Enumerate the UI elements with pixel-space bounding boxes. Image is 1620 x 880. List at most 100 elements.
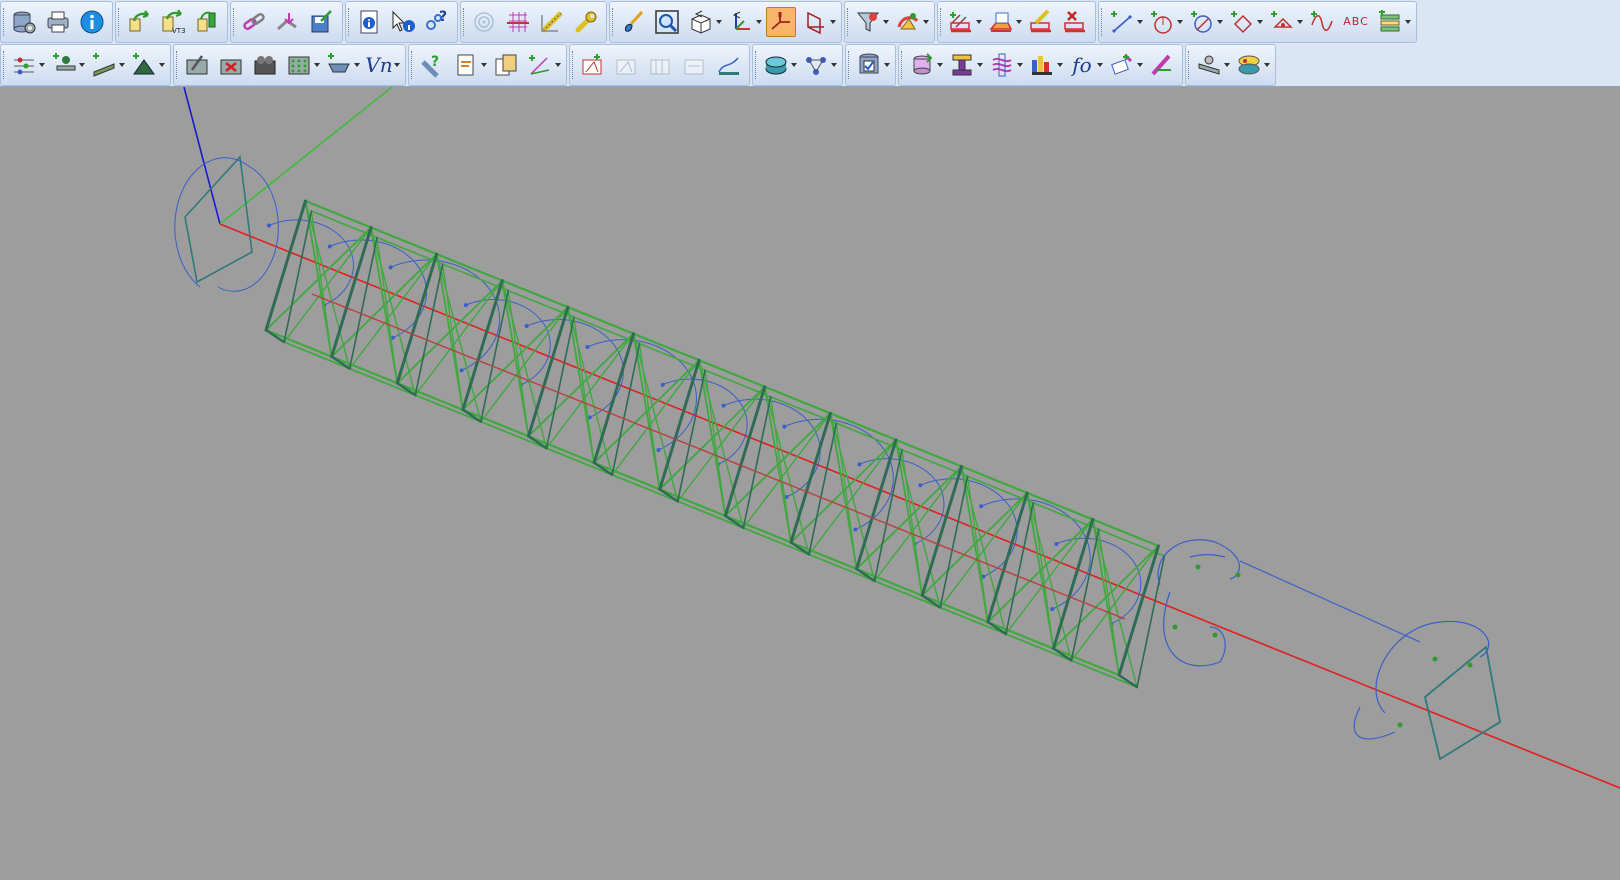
truss-top-chord bbox=[304, 199, 373, 229]
pick-info-icon[interactable] bbox=[388, 7, 418, 37]
export-icon[interactable] bbox=[192, 7, 222, 37]
truss-bottom-chord-2 bbox=[742, 526, 810, 556]
query-tool-icon[interactable]: ? bbox=[417, 50, 447, 80]
spring-icon[interactable] bbox=[987, 50, 1023, 80]
network-icon[interactable] bbox=[801, 50, 837, 80]
cable-node bbox=[327, 244, 332, 249]
query-icon[interactable]: ? bbox=[422, 7, 452, 37]
line-add-icon[interactable] bbox=[1107, 7, 1143, 37]
toolbar-group-properties: fo bbox=[898, 43, 1183, 86]
end-node bbox=[1212, 632, 1218, 638]
edit-element-icon[interactable] bbox=[182, 50, 212, 80]
save-icon[interactable] bbox=[307, 7, 337, 37]
report-icon[interactable] bbox=[451, 50, 487, 80]
multi-view-icon[interactable] bbox=[1234, 50, 1270, 80]
database-settings-icon[interactable] bbox=[9, 7, 39, 37]
toolbar-area: VT3 ? ABC Vn ? fo bbox=[0, 0, 1620, 87]
section-edit-icon[interactable] bbox=[986, 7, 1022, 37]
plane-tilt-icon[interactable] bbox=[800, 7, 836, 37]
import-vt3-icon[interactable]: VT3 bbox=[158, 7, 188, 37]
cylinder-icon[interactable] bbox=[907, 50, 943, 80]
filter-icon[interactable] bbox=[853, 7, 889, 37]
function-icon[interactable]: fo bbox=[1067, 50, 1103, 80]
truss-bottom-chord-2 bbox=[414, 394, 482, 423]
results-icon[interactable] bbox=[761, 50, 797, 80]
measure-icon[interactable] bbox=[537, 7, 567, 37]
function-label: fo bbox=[1072, 52, 1092, 77]
mesh-icon[interactable] bbox=[284, 50, 320, 80]
vector-icon[interactable] bbox=[525, 50, 561, 80]
spline-add-icon[interactable] bbox=[1307, 7, 1337, 37]
truss-top-chord bbox=[829, 412, 898, 441]
point-add-icon[interactable] bbox=[1267, 7, 1303, 37]
wrench-icon[interactable] bbox=[571, 7, 601, 37]
info-icon[interactable] bbox=[77, 7, 107, 37]
zoom-fit-icon[interactable] bbox=[652, 7, 682, 37]
pin-icon[interactable] bbox=[1107, 50, 1143, 80]
model-viewport[interactable] bbox=[0, 87, 1620, 880]
truss-bottom-chord-2 bbox=[808, 553, 876, 582]
link-icon[interactable] bbox=[239, 7, 269, 37]
polygon-add-icon[interactable] bbox=[1227, 7, 1263, 37]
circle-add-icon[interactable] bbox=[1147, 7, 1183, 37]
layers-icon[interactable] bbox=[1375, 7, 1411, 37]
load-add-icon[interactable] bbox=[324, 50, 360, 80]
bar-chart-icon[interactable] bbox=[1027, 50, 1063, 80]
truss-bottom-chord bbox=[593, 461, 661, 491]
node-add-icon[interactable] bbox=[49, 50, 85, 80]
truss-structure bbox=[264, 199, 1166, 689]
svg-text:?: ? bbox=[439, 9, 447, 25]
plot-icon[interactable] bbox=[714, 50, 744, 80]
merge-icon[interactable] bbox=[273, 7, 303, 37]
check-3-icon[interactable] bbox=[646, 50, 676, 80]
cable-node bbox=[524, 324, 529, 329]
truss-top-chord bbox=[369, 226, 438, 256]
toolbar-row-2: Vn ? fo bbox=[0, 43, 1620, 86]
delete-element-icon[interactable] bbox=[216, 50, 246, 80]
toolbar-group-view bbox=[609, 0, 842, 43]
document-info-icon[interactable] bbox=[354, 7, 384, 37]
right-ring-bottom bbox=[1163, 591, 1226, 667]
section-delete-icon[interactable] bbox=[1060, 7, 1090, 37]
support-add-icon[interactable] bbox=[129, 50, 165, 80]
truss-bottom-chord bbox=[986, 620, 1055, 650]
copy-icon[interactable] bbox=[491, 50, 521, 80]
import-icon[interactable] bbox=[124, 7, 154, 37]
truss-bottom-chord-2 bbox=[1004, 633, 1073, 662]
truss-top-chord bbox=[894, 438, 963, 468]
text-add-icon[interactable]: ABC bbox=[1341, 7, 1371, 37]
end-node bbox=[1397, 722, 1403, 728]
truss-bottom-chord bbox=[658, 488, 727, 517]
section-add-icon[interactable] bbox=[946, 7, 982, 37]
member-add-icon[interactable] bbox=[89, 50, 125, 80]
vn-label-icon[interactable]: Vn bbox=[364, 50, 400, 80]
truss-bottom-chord bbox=[1052, 647, 1121, 677]
target-icon[interactable] bbox=[469, 7, 499, 37]
section-property-icon[interactable] bbox=[947, 50, 983, 80]
database-check-icon[interactable] bbox=[854, 50, 890, 80]
view-cube-icon[interactable] bbox=[686, 7, 722, 37]
arc-add-icon[interactable] bbox=[1187, 7, 1223, 37]
truss-model-canvas[interactable] bbox=[0, 87, 1620, 880]
toolbar-group-draw: ABC bbox=[1098, 0, 1417, 43]
section-tool-icon[interactable] bbox=[1026, 7, 1056, 37]
plane-view-icon[interactable] bbox=[766, 6, 796, 37]
group-icon[interactable] bbox=[250, 50, 280, 80]
toolbar-group-query: ? bbox=[345, 0, 458, 43]
toolbar-group-render bbox=[844, 0, 935, 43]
cable-node bbox=[979, 504, 984, 509]
cable-node bbox=[782, 424, 787, 429]
paint-brush-icon[interactable] bbox=[618, 7, 648, 37]
check-1-icon[interactable] bbox=[578, 50, 608, 80]
truss-bottom-chord-2 bbox=[676, 500, 745, 529]
pencil-icon[interactable] bbox=[1147, 50, 1177, 80]
check-4-icon[interactable] bbox=[680, 50, 710, 80]
truss-top-chord bbox=[1026, 491, 1094, 521]
print-icon[interactable] bbox=[43, 7, 73, 37]
grid-icon[interactable] bbox=[503, 7, 533, 37]
check-2-icon[interactable] bbox=[612, 50, 642, 80]
align-icon[interactable] bbox=[9, 50, 45, 80]
render-icon[interactable] bbox=[893, 7, 929, 37]
axis-icon[interactable] bbox=[726, 7, 762, 37]
ruler-icon[interactable] bbox=[1194, 50, 1230, 80]
